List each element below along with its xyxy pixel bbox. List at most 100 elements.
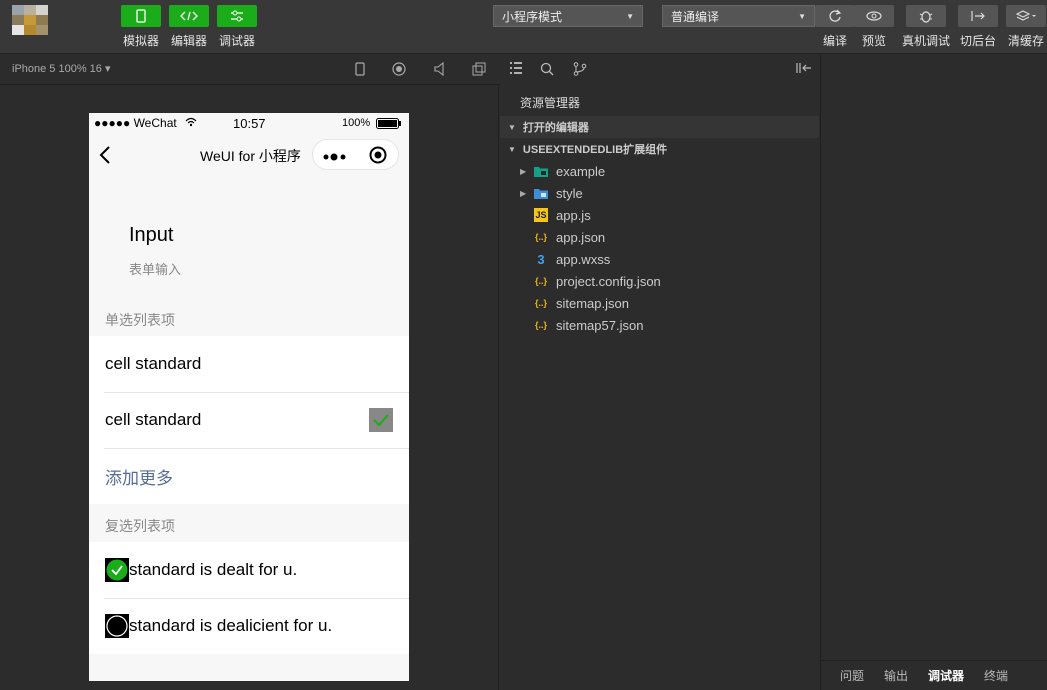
tab-terminal[interactable]: 终端: [984, 667, 1008, 684]
json-icon: {..}: [534, 320, 547, 330]
json-icon: {..}: [534, 298, 547, 308]
checkbox-item-label: standard is dealicient for u.: [129, 616, 333, 635]
file-tree-item-app-wxss[interactable]: 3 app.wxss: [500, 248, 819, 270]
sliders-icon: [217, 5, 257, 27]
checkmark-icon: [369, 408, 393, 432]
page-header: Input 表单输入: [89, 177, 409, 298]
battery-icon: [376, 118, 402, 132]
compile-select-value: 普通编译: [671, 9, 720, 24]
simulator-label: 模拟器: [122, 34, 159, 48]
mode-select-value: 小程序模式: [502, 9, 563, 24]
background-button[interactable]: 切后台: [958, 5, 998, 49]
collapse-panel-icon[interactable]: [796, 62, 812, 77]
json-icon: {..}: [534, 276, 547, 286]
file-tree-item-style[interactable]: ▶ style: [500, 182, 819, 204]
add-more-link[interactable]: 添加更多: [89, 448, 409, 504]
caret-down-icon: ▼: [508, 144, 516, 154]
file-tree-item-label: style: [556, 185, 583, 201]
chevron-down-icon: ▼: [626, 11, 634, 21]
avatar[interactable]: [12, 5, 48, 35]
radio-item[interactable]: cell standard: [89, 392, 409, 448]
phone-icon[interactable]: [353, 62, 367, 76]
refresh-icon: [815, 5, 855, 27]
preview-button[interactable]: 预览: [854, 5, 894, 49]
open-editors-section[interactable]: ▼ 打开的编辑器: [500, 116, 819, 138]
editor-debug-panel: [820, 55, 1047, 690]
compile-select[interactable]: 普通编译 ▼: [662, 5, 815, 27]
volume-icon[interactable]: [433, 61, 447, 77]
mode-select[interactable]: 小程序模式 ▼: [493, 5, 643, 27]
radio-item-label: cell standard: [105, 354, 202, 373]
record-icon[interactable]: [392, 62, 406, 76]
debug-tabs: 问题 输出 调试器 终端: [820, 660, 1047, 690]
top-toolbar: 模拟器 编辑器 调试器 小程序模式 ▼ 普通编译 ▼ 编译 预览 真机调试 切后…: [0, 0, 1047, 54]
compile-button[interactable]: 编译: [815, 5, 855, 49]
explorer-icon[interactable]: [509, 62, 523, 77]
status-time: 10:57: [233, 116, 266, 131]
switch-background-icon: [958, 5, 998, 27]
radio-item[interactable]: cell standard: [89, 336, 409, 392]
clear-cache-button[interactable]: 清缓存: [1006, 5, 1046, 49]
background-label: 切后台: [959, 34, 996, 48]
more-icon[interactable]: [323, 149, 347, 167]
editor-label: 编辑器: [170, 34, 207, 48]
debugger-label: 调试器: [218, 34, 255, 48]
file-tree-item-example[interactable]: ▶ example: [500, 160, 819, 182]
file-tree-item-sitemap57[interactable]: {..} sitemap57.json: [500, 314, 819, 336]
checkbox-checked-icon[interactable]: [105, 558, 129, 582]
file-tree-item-project-config[interactable]: {..} project.config.json: [500, 270, 819, 292]
source-control-icon[interactable]: [573, 62, 587, 79]
project-section[interactable]: ▼ USEEXTENDEDLIB扩展组件: [500, 138, 819, 160]
js-icon: JS: [534, 208, 548, 222]
checkbox-item-label: standard is dealt for u.: [129, 560, 298, 579]
chevron-down-icon: ▼: [798, 11, 806, 21]
radio-group-title: 单选列表项: [105, 312, 175, 328]
checkbox-item[interactable]: standard is dealt for u.: [89, 542, 409, 598]
checkbox-list: standard is dealt for u. standard is dea…: [89, 542, 409, 654]
phone-icon: [121, 5, 161, 27]
radio-item-label: cell standard: [105, 410, 202, 429]
checkbox-unchecked-icon[interactable]: [105, 614, 129, 638]
close-miniprogram-icon[interactable]: [369, 146, 387, 169]
tab-problems[interactable]: 问题: [840, 667, 864, 684]
explorer-title: 资源管理器: [520, 96, 581, 110]
page-title: Input: [129, 224, 174, 246]
folder-icon: [534, 186, 548, 200]
simulator-toggle-button[interactable]: 模拟器: [121, 5, 161, 49]
file-tree-item-label: sitemap57.json: [556, 317, 644, 333]
editor-toggle-button[interactable]: 编辑器: [169, 5, 209, 49]
file-tree-item-label: sitemap.json: [556, 295, 629, 311]
wifi-icon: [185, 116, 197, 130]
tab-output[interactable]: 输出: [884, 667, 908, 684]
layers-icon: [1006, 5, 1046, 27]
bug-icon: [906, 5, 946, 27]
file-tree-item-label: example: [556, 163, 606, 179]
file-tree-item-label: app.js: [556, 207, 591, 223]
phone-screen: ●●●●● WeChat 10:57 100% WeUI for 小程序 Inp…: [89, 113, 409, 681]
caret-down-icon: ▼: [508, 122, 516, 132]
debugger-toggle-button[interactable]: 调试器: [217, 5, 257, 49]
tab-debugger[interactable]: 调试器: [928, 667, 964, 684]
file-tree-item-label: project.config.json: [556, 273, 661, 289]
simulator-area: ●●●●● WeChat 10:57 100% WeUI for 小程序 Inp…: [0, 86, 499, 690]
caret-right-icon: ▶: [520, 166, 527, 176]
remote-debug-button[interactable]: 真机调试: [902, 5, 950, 49]
code-icon: [169, 5, 209, 27]
file-tree-item-label: app.json: [556, 229, 606, 245]
compile-label: 编译: [822, 34, 847, 48]
file-tree-item-sitemap[interactable]: {..} sitemap.json: [500, 292, 819, 314]
back-arrow-icon[interactable]: [99, 146, 111, 169]
page-description: 表单输入: [129, 262, 182, 277]
device-select[interactable]: iPhone 5 100% 16 ▾: [12, 62, 110, 75]
clear-cache-label: 清缓存: [1007, 34, 1044, 48]
css-icon: 3: [537, 251, 545, 267]
file-explorer: 资源管理器 ▼ 打开的编辑器 ▼ USEEXTENDEDLIB扩展组件 ▶ ex…: [500, 86, 819, 690]
open-editors-label: 打开的编辑器: [522, 122, 589, 134]
detach-window-icon[interactable]: [472, 62, 486, 76]
file-tree-item-app-json[interactable]: {..} app.json: [500, 226, 819, 248]
checkbox-item[interactable]: standard is dealicient for u.: [89, 598, 409, 654]
file-tree-item-app-js[interactable]: JS app.js: [500, 204, 819, 226]
project-label: USEEXTENDEDLIB扩展组件: [522, 144, 668, 156]
search-icon[interactable]: [540, 62, 554, 79]
file-tree-item-label: app.wxss: [556, 251, 611, 267]
